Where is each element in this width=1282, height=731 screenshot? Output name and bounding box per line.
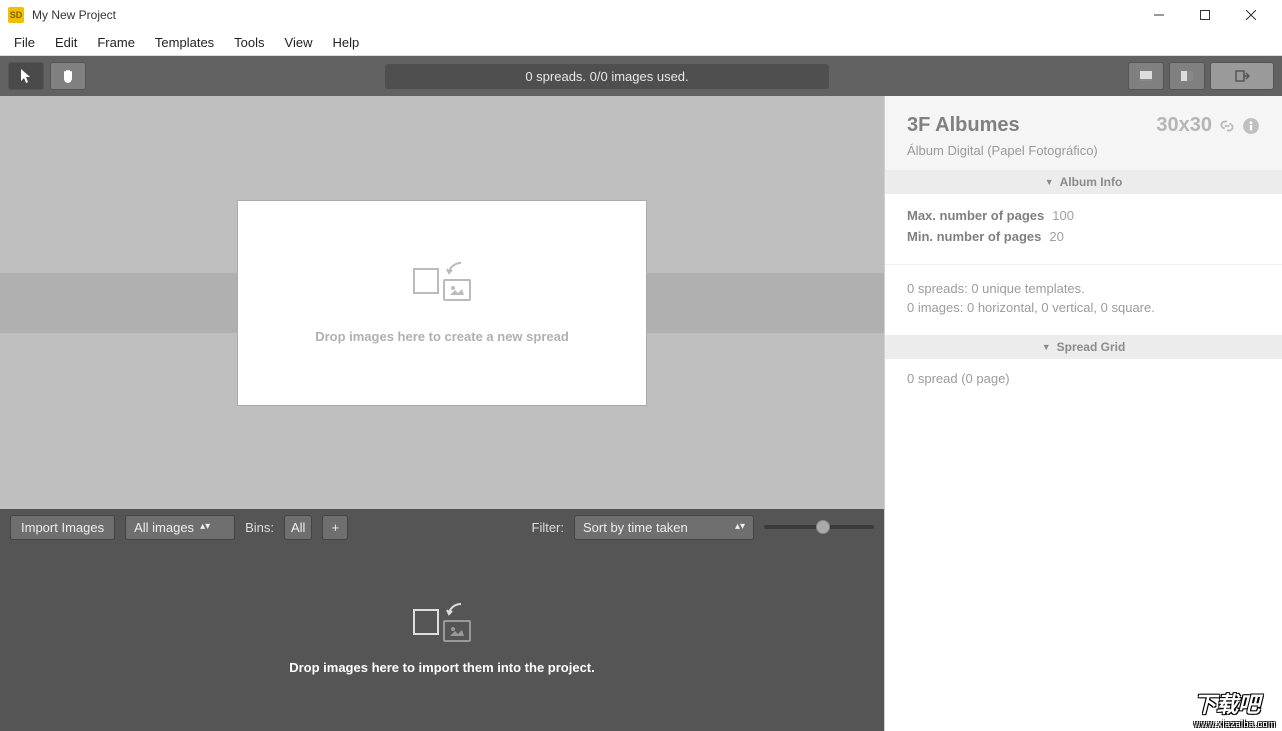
image-import-dropzone[interactable]: Drop images here to import them into the…	[0, 545, 884, 731]
collapse-icon: ▼	[1045, 177, 1054, 187]
workspace: Drop images here to create a new spread …	[0, 96, 1282, 731]
spread-drop-hint: Drop images here to create a new spread	[315, 329, 569, 344]
menu-help[interactable]: Help	[322, 31, 369, 54]
grid-summary: 0 spread (0 page)	[907, 371, 1260, 386]
album-info-body: Max. number of pages 100 Min. number of …	[885, 194, 1282, 264]
min-pages-value: 20	[1049, 229, 1063, 244]
album-stats: 0 spreads: 0 unique templates. 0 images:…	[885, 264, 1282, 335]
menu-frame[interactable]: Frame	[87, 31, 145, 54]
view-split-button[interactable]	[1169, 62, 1205, 90]
image-placeholder-icon	[443, 279, 471, 301]
pointer-icon	[18, 68, 34, 84]
export-button[interactable]	[1210, 62, 1274, 90]
spread-grid-section-header[interactable]: ▼ Spread Grid	[885, 335, 1282, 359]
image-toolbar: Import Images All images ▴▾ Bins: All + …	[0, 509, 884, 545]
add-bin-button[interactable]: +	[322, 515, 348, 540]
menu-tools[interactable]: Tools	[224, 31, 274, 54]
product-size: 30x30	[1156, 114, 1212, 137]
caret-icon: ▴▾	[735, 522, 745, 532]
product-subtitle: Álbum Digital (Papel Fotográfico)	[907, 143, 1260, 158]
frame-icon	[413, 609, 439, 635]
export-icon	[1234, 68, 1250, 84]
menu-view[interactable]: View	[275, 31, 323, 54]
arrow-left-icon	[443, 602, 465, 620]
drop-icon-group	[413, 602, 471, 642]
bins-select[interactable]: All	[284, 515, 312, 540]
pointer-tool-button[interactable]	[8, 62, 44, 90]
stats-spreads: 0 spreads: 0 unique templates.	[907, 281, 1260, 296]
product-header: 3F Albumes 30x30 Álbum Digital (Papel Fo…	[885, 96, 1282, 170]
window-controls	[1136, 0, 1274, 30]
arrow-left-icon	[443, 261, 465, 279]
minimize-button[interactable]	[1136, 0, 1182, 30]
spread-grid-body: 0 spread (0 page)	[885, 359, 1282, 398]
images-filter-value: All images	[134, 520, 194, 535]
window-title: My New Project	[32, 8, 1136, 22]
hand-tool-button[interactable]	[50, 62, 86, 90]
link-icon[interactable]	[1218, 117, 1236, 135]
frame-icon	[413, 268, 439, 294]
canvas-area: Drop images here to create a new spread …	[0, 96, 884, 731]
sort-value: Sort by time taken	[583, 520, 688, 535]
slider-thumb[interactable]	[816, 520, 830, 534]
menubar: File Edit Frame Templates Tools View Hel…	[0, 30, 1282, 56]
min-pages-label: Min. number of pages	[907, 229, 1041, 244]
spread-dropzone[interactable]: Drop images here to create a new spread	[237, 200, 647, 406]
album-info-section-header[interactable]: ▼ Album Info	[885, 170, 1282, 194]
view-single-button[interactable]	[1128, 62, 1164, 90]
caret-icon: ▴▾	[200, 522, 210, 532]
import-drop-hint: Drop images here to import them into the…	[289, 660, 595, 675]
images-filter-select[interactable]: All images ▴▾	[125, 515, 235, 540]
menu-edit[interactable]: Edit	[45, 31, 87, 54]
hand-icon	[60, 68, 76, 84]
view-single-icon	[1138, 68, 1154, 84]
titlebar: SD My New Project	[0, 0, 1282, 30]
collapse-icon: ▼	[1042, 342, 1051, 352]
sort-select[interactable]: Sort by time taken ▴▾	[574, 515, 754, 540]
status-text: 0 spreads. 0/0 images used.	[385, 64, 828, 89]
thumbnail-size-slider[interactable]	[764, 525, 874, 529]
toolbar: 0 spreads. 0/0 images used.	[0, 56, 1282, 96]
right-panel: 3F Albumes 30x30 Álbum Digital (Papel Fo…	[884, 96, 1282, 731]
maximize-button[interactable]	[1182, 0, 1228, 30]
spread-grid-label: Spread Grid	[1057, 340, 1126, 354]
album-info-label: Album Info	[1060, 175, 1123, 189]
max-pages-value: 100	[1052, 208, 1074, 223]
menu-templates[interactable]: Templates	[145, 31, 224, 54]
app-icon: SD	[8, 7, 24, 23]
product-name: 3F Albumes	[907, 114, 1020, 137]
image-placeholder-icon	[443, 620, 471, 642]
info-icon[interactable]	[1242, 117, 1260, 135]
canvas-viewport: Drop images here to create a new spread	[0, 96, 884, 509]
bins-value: All	[291, 520, 305, 535]
menu-file[interactable]: File	[4, 31, 45, 54]
import-images-button[interactable]: Import Images	[10, 515, 115, 540]
close-button[interactable]	[1228, 0, 1274, 30]
stats-images: 0 images: 0 horizontal, 0 vertical, 0 sq…	[907, 300, 1260, 315]
max-pages-label: Max. number of pages	[907, 208, 1044, 223]
view-split-icon	[1179, 68, 1195, 84]
drop-icon-group	[413, 261, 471, 301]
bins-label: Bins:	[245, 520, 274, 535]
filter-label: Filter:	[532, 520, 565, 535]
